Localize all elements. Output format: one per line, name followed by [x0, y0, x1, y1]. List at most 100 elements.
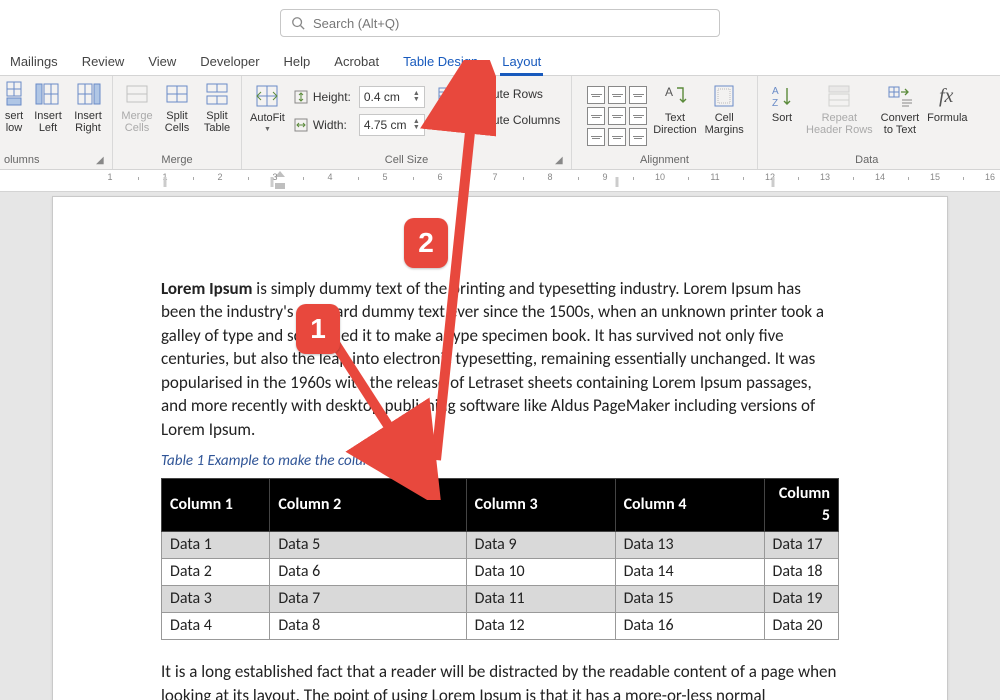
table-cell[interactable]: Data 19	[764, 586, 838, 613]
align-bot-right[interactable]	[629, 128, 647, 146]
table-header-cell: Column 2	[270, 478, 466, 531]
cell-margins-button[interactable]: Cell Margins	[701, 78, 748, 138]
cell-margins-label: Cell Margins	[705, 112, 744, 136]
autofit-button[interactable]: AutoFit ▼	[246, 78, 289, 136]
width-spinner[interactable]: ▲▼	[413, 119, 420, 131]
align-top-center[interactable]	[608, 86, 626, 104]
width-value: 4.75 cm	[364, 118, 407, 132]
group-label-merge: Merge	[117, 151, 237, 169]
svg-text:A: A	[665, 85, 673, 99]
table-cell[interactable]: Data 5	[270, 532, 466, 559]
table-cell[interactable]: Data 17	[764, 532, 838, 559]
height-input[interactable]: 0.4 cm ▲▼	[359, 86, 425, 108]
table-cell[interactable]: Data 8	[270, 613, 466, 640]
distribute-columns-button[interactable]: Distribute Columns	[437, 112, 560, 128]
table-cell[interactable]: Data 9	[466, 532, 615, 559]
table-cell[interactable]: Data 3	[162, 586, 270, 613]
align-mid-left[interactable]	[587, 107, 605, 125]
merge-cells-icon	[123, 80, 151, 108]
sort-icon: AZ	[770, 82, 794, 110]
document-area[interactable]: Lorem Ipsum is simply dummy text of the …	[0, 192, 1000, 700]
align-mid-center[interactable]	[608, 107, 626, 125]
align-top-left[interactable]	[587, 86, 605, 104]
insert-right-icon	[74, 80, 102, 108]
table-body: Data 1Data 5Data 9Data 13Data 17Data 2Da…	[162, 532, 839, 640]
tab-acrobat[interactable]: Acrobat	[332, 50, 381, 75]
repeat-header-rows-button[interactable]: Repeat Header Rows	[802, 78, 877, 138]
insert-right-button[interactable]: Insert Right	[68, 78, 108, 136]
formula-button[interactable]: fx Formula	[923, 78, 971, 126]
split-cells-label: Split Cells	[165, 110, 189, 134]
table-caption[interactable]: Table 1 Example to make the columns even…	[161, 451, 839, 472]
repeat-header-label: Repeat Header Rows	[806, 112, 873, 136]
group-label-cell-size: Cell Size	[246, 151, 567, 169]
table-header-cell: Column 4	[615, 478, 764, 531]
tab-layout[interactable]: Layout	[500, 50, 543, 75]
table-row[interactable]: Data 3Data 7Data 11Data 15Data 19	[162, 586, 839, 613]
table-row[interactable]: Data 2Data 6Data 10Data 14Data 18	[162, 559, 839, 586]
tab-table-design[interactable]: Table Design	[401, 50, 480, 75]
split-table-label: Split Table	[204, 110, 230, 134]
paragraph-2[interactable]: It is a long established fact that a rea…	[161, 660, 839, 700]
autofit-label: AutoFit	[250, 112, 285, 124]
width-label: Width:	[313, 118, 355, 132]
table-row[interactable]: Data 4Data 8Data 12Data 16Data 20	[162, 613, 839, 640]
table-cell[interactable]: Data 4	[162, 613, 270, 640]
text-direction-button[interactable]: A Text Direction	[649, 78, 700, 138]
insert-left-button[interactable]: Insert Left	[28, 78, 68, 136]
table-header-cell: Column 5	[764, 478, 838, 531]
table-row[interactable]: Data 1Data 5Data 9Data 13Data 17	[162, 532, 839, 559]
table-cell[interactable]: Data 6	[270, 559, 466, 586]
distribute-rows-button[interactable]: Distribute Rows	[437, 86, 560, 102]
table-cell[interactable]: Data 1	[162, 532, 270, 559]
insert-below-button[interactable]: sert low	[0, 78, 28, 136]
svg-text:Z: Z	[772, 98, 778, 109]
insert-left-label: Insert Left	[34, 110, 62, 134]
doc-table[interactable]: Column 1Column 2Column 3Column 4Column 5…	[161, 478, 839, 640]
search-input[interactable]: Search (Alt+Q)	[280, 9, 720, 37]
tab-mailings[interactable]: Mailings	[8, 50, 60, 75]
paragraph-1[interactable]: Lorem Ipsum is simply dummy text of the …	[161, 277, 839, 441]
width-input[interactable]: 4.75 cm ▲▼	[359, 114, 425, 136]
sort-button[interactable]: AZ Sort	[762, 78, 802, 126]
table-cell[interactable]: Data 7	[270, 586, 466, 613]
tab-developer[interactable]: Developer	[198, 50, 261, 75]
convert-to-text-label: Convert to Text	[881, 112, 920, 136]
merge-cells-button[interactable]: Merge Cells	[117, 78, 157, 136]
dialog-launcher-icon[interactable]: ◢	[555, 155, 567, 167]
split-table-button[interactable]: Split Table	[197, 78, 237, 136]
table-header-cell: Column 3	[466, 478, 615, 531]
convert-to-text-button[interactable]: Convert to Text	[877, 78, 924, 138]
height-value: 0.4 cm	[364, 90, 400, 104]
align-bot-left[interactable]	[587, 128, 605, 146]
autofit-icon	[253, 82, 281, 110]
split-cells-button[interactable]: Split Cells	[157, 78, 197, 136]
table-cell[interactable]: Data 11	[466, 586, 615, 613]
table-cell[interactable]: Data 15	[615, 586, 764, 613]
table-cell[interactable]: Data 13	[615, 532, 764, 559]
tab-help[interactable]: Help	[282, 50, 313, 75]
convert-to-text-icon	[886, 82, 914, 110]
align-bot-center[interactable]	[608, 128, 626, 146]
dialog-launcher-icon[interactable]: ◢	[96, 155, 108, 167]
table-cell[interactable]: Data 16	[615, 613, 764, 640]
ruler[interactable]: 112345678910111213141516	[0, 170, 1000, 192]
table-cell[interactable]: Data 18	[764, 559, 838, 586]
align-top-right[interactable]	[629, 86, 647, 104]
table-cell[interactable]: Data 14	[615, 559, 764, 586]
group-alignment: A Text Direction Cell Margins Alignment	[572, 76, 758, 169]
table-cell[interactable]: Data 2	[162, 559, 270, 586]
align-mid-right[interactable]	[629, 107, 647, 125]
tab-view[interactable]: View	[146, 50, 178, 75]
height-spinner[interactable]: ▲▼	[413, 91, 420, 103]
table-cell[interactable]: Data 10	[466, 559, 615, 586]
cell-margins-icon	[712, 82, 736, 110]
tab-review[interactable]: Review	[80, 50, 127, 75]
col-width-icon	[293, 117, 309, 133]
table-cell[interactable]: Data 20	[764, 613, 838, 640]
row-height-icon	[293, 89, 309, 105]
insert-below-label: sert low	[5, 110, 23, 134]
para1-text: is simply dummy text of the printing and…	[161, 278, 824, 440]
lead-bold: Lorem Ipsum	[161, 278, 252, 299]
table-cell[interactable]: Data 12	[466, 613, 615, 640]
